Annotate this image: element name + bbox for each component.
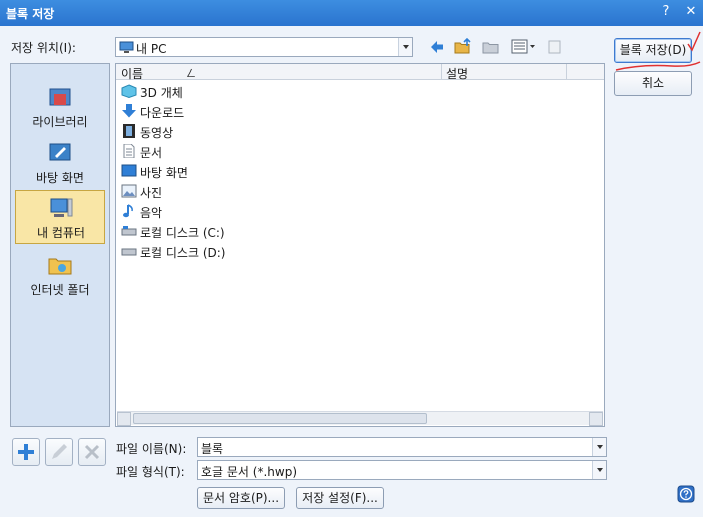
place-my-computer-label: 내 컴퓨터 bbox=[37, 226, 85, 240]
list-item-name: 로컬 디스크 (C:) bbox=[140, 226, 225, 240]
location-combo[interactable]: 내 PC bbox=[115, 37, 413, 57]
computer-icon bbox=[50, 198, 73, 217]
filetype-select[interactable]: 호글 문서 (*.hwp) bbox=[197, 460, 607, 480]
column-separator bbox=[566, 64, 567, 80]
column-separator bbox=[441, 64, 442, 80]
help-title-button[interactable]: ? bbox=[658, 3, 674, 21]
help-icon[interactable] bbox=[677, 485, 695, 503]
sort-indicator: ㄥ bbox=[186, 69, 196, 80]
column-name-header[interactable]: 이름 bbox=[121, 65, 143, 82]
place-my-computer[interactable]: 내 컴퓨터 bbox=[15, 190, 105, 244]
list-item[interactable]: 음악 bbox=[120, 201, 420, 221]
column-description-header[interactable]: 설명 bbox=[446, 65, 468, 82]
list-item-name: 3D 개체 bbox=[140, 86, 183, 100]
list-item[interactable]: 동영상 bbox=[120, 121, 420, 141]
up-folder-icon[interactable] bbox=[454, 38, 472, 56]
filename-input[interactable]: 블록 bbox=[197, 437, 607, 457]
list-item-name: 로컬 디스크 (D:) bbox=[140, 246, 226, 260]
list-item[interactable]: 사진 bbox=[120, 181, 420, 201]
library-icon bbox=[49, 88, 71, 106]
internet-folder-icon bbox=[48, 258, 72, 275]
place-internet-folder[interactable]: 인터넷 폴더 bbox=[15, 248, 105, 302]
monitor-icon bbox=[119, 41, 134, 53]
close-icon bbox=[84, 444, 100, 460]
column-header: 이름 ㄥ 설명 bbox=[116, 64, 604, 82]
scroll-thumb[interactable] bbox=[133, 413, 427, 424]
picture-icon bbox=[121, 184, 137, 198]
filetype-value: 호글 문서 (*.hwp) bbox=[201, 465, 298, 479]
list-item[interactable]: 로컬 디스크 (D:) bbox=[120, 241, 420, 261]
list-item-name: 바탕 화면 bbox=[140, 166, 188, 180]
document-password-button[interactable]: 문서 암호(P)... bbox=[197, 487, 285, 509]
edit-place-button[interactable] bbox=[45, 438, 73, 466]
place-library[interactable]: 라이브러리 bbox=[15, 80, 105, 134]
filename-value: 블록 bbox=[201, 442, 224, 456]
add-place-button[interactable] bbox=[12, 438, 40, 466]
list-item-name: 사진 bbox=[140, 186, 163, 200]
chevron-down-icon[interactable] bbox=[592, 461, 606, 479]
new-folder-icon[interactable] bbox=[482, 38, 500, 56]
music-note-icon bbox=[123, 204, 133, 218]
close-button[interactable]: ✕ bbox=[683, 3, 699, 21]
properties-icon[interactable] bbox=[546, 38, 564, 56]
place-desktop[interactable]: 바탕 화면 bbox=[15, 136, 105, 190]
list-item-name: 문서 bbox=[140, 146, 163, 160]
file-list: 이름 ㄥ 설명 3D 개체 다운로드 동영상 문서 바탕 화면 사진 음악 로컬… bbox=[115, 63, 605, 427]
location-label: 저장 위치(I): bbox=[11, 41, 76, 55]
chevron-down-icon[interactable] bbox=[592, 438, 606, 456]
list-item[interactable]: 로컬 디스크 (C:) bbox=[120, 221, 420, 241]
list-item[interactable]: 다운로드 bbox=[120, 101, 420, 121]
red-annotation bbox=[615, 31, 701, 71]
title-bar: 블록 저장 ? ✕ bbox=[0, 0, 703, 26]
place-internet-folder-label: 인터넷 폴더 bbox=[30, 283, 90, 297]
filetype-label: 파일 형식(T): bbox=[116, 465, 185, 479]
pencil-icon bbox=[52, 444, 67, 459]
download-icon bbox=[122, 104, 136, 118]
horizontal-scrollbar[interactable] bbox=[117, 411, 603, 426]
view-menu-icon[interactable] bbox=[511, 38, 537, 56]
place-library-label: 라이브러리 bbox=[32, 115, 88, 129]
list-item-name: 다운로드 bbox=[140, 106, 185, 120]
plus-icon bbox=[18, 444, 34, 460]
chevron-down-icon[interactable] bbox=[398, 38, 412, 56]
places-panel: 라이브러리 바탕 화면 내 컴퓨터 인터넷 폴더 bbox=[10, 63, 110, 427]
back-arrow-icon[interactable] bbox=[428, 38, 446, 56]
list-item[interactable]: 3D 개체 bbox=[120, 81, 420, 101]
location-value: 내 PC bbox=[136, 42, 167, 56]
scroll-right-button[interactable] bbox=[589, 412, 603, 426]
cube-icon bbox=[121, 84, 137, 98]
delete-place-button[interactable] bbox=[78, 438, 106, 466]
window-title: 블록 저장 bbox=[6, 7, 55, 21]
drive-icon bbox=[121, 248, 137, 256]
drive-icon bbox=[121, 226, 137, 236]
save-settings-button[interactable]: 저장 설정(F)... bbox=[296, 487, 384, 509]
document-icon bbox=[123, 144, 135, 158]
desktop-icon bbox=[49, 143, 71, 161]
film-icon bbox=[123, 124, 135, 138]
list-item[interactable]: 문서 bbox=[120, 141, 420, 161]
place-desktop-label: 바탕 화면 bbox=[36, 171, 84, 185]
list-item-name: 동영상 bbox=[140, 126, 174, 140]
list-item[interactable]: 바탕 화면 bbox=[120, 161, 420, 181]
list-item-name: 음악 bbox=[140, 206, 163, 220]
filename-label: 파일 이름(N): bbox=[116, 442, 187, 456]
desktop-icon bbox=[121, 164, 137, 177]
scroll-left-button[interactable] bbox=[117, 412, 131, 426]
